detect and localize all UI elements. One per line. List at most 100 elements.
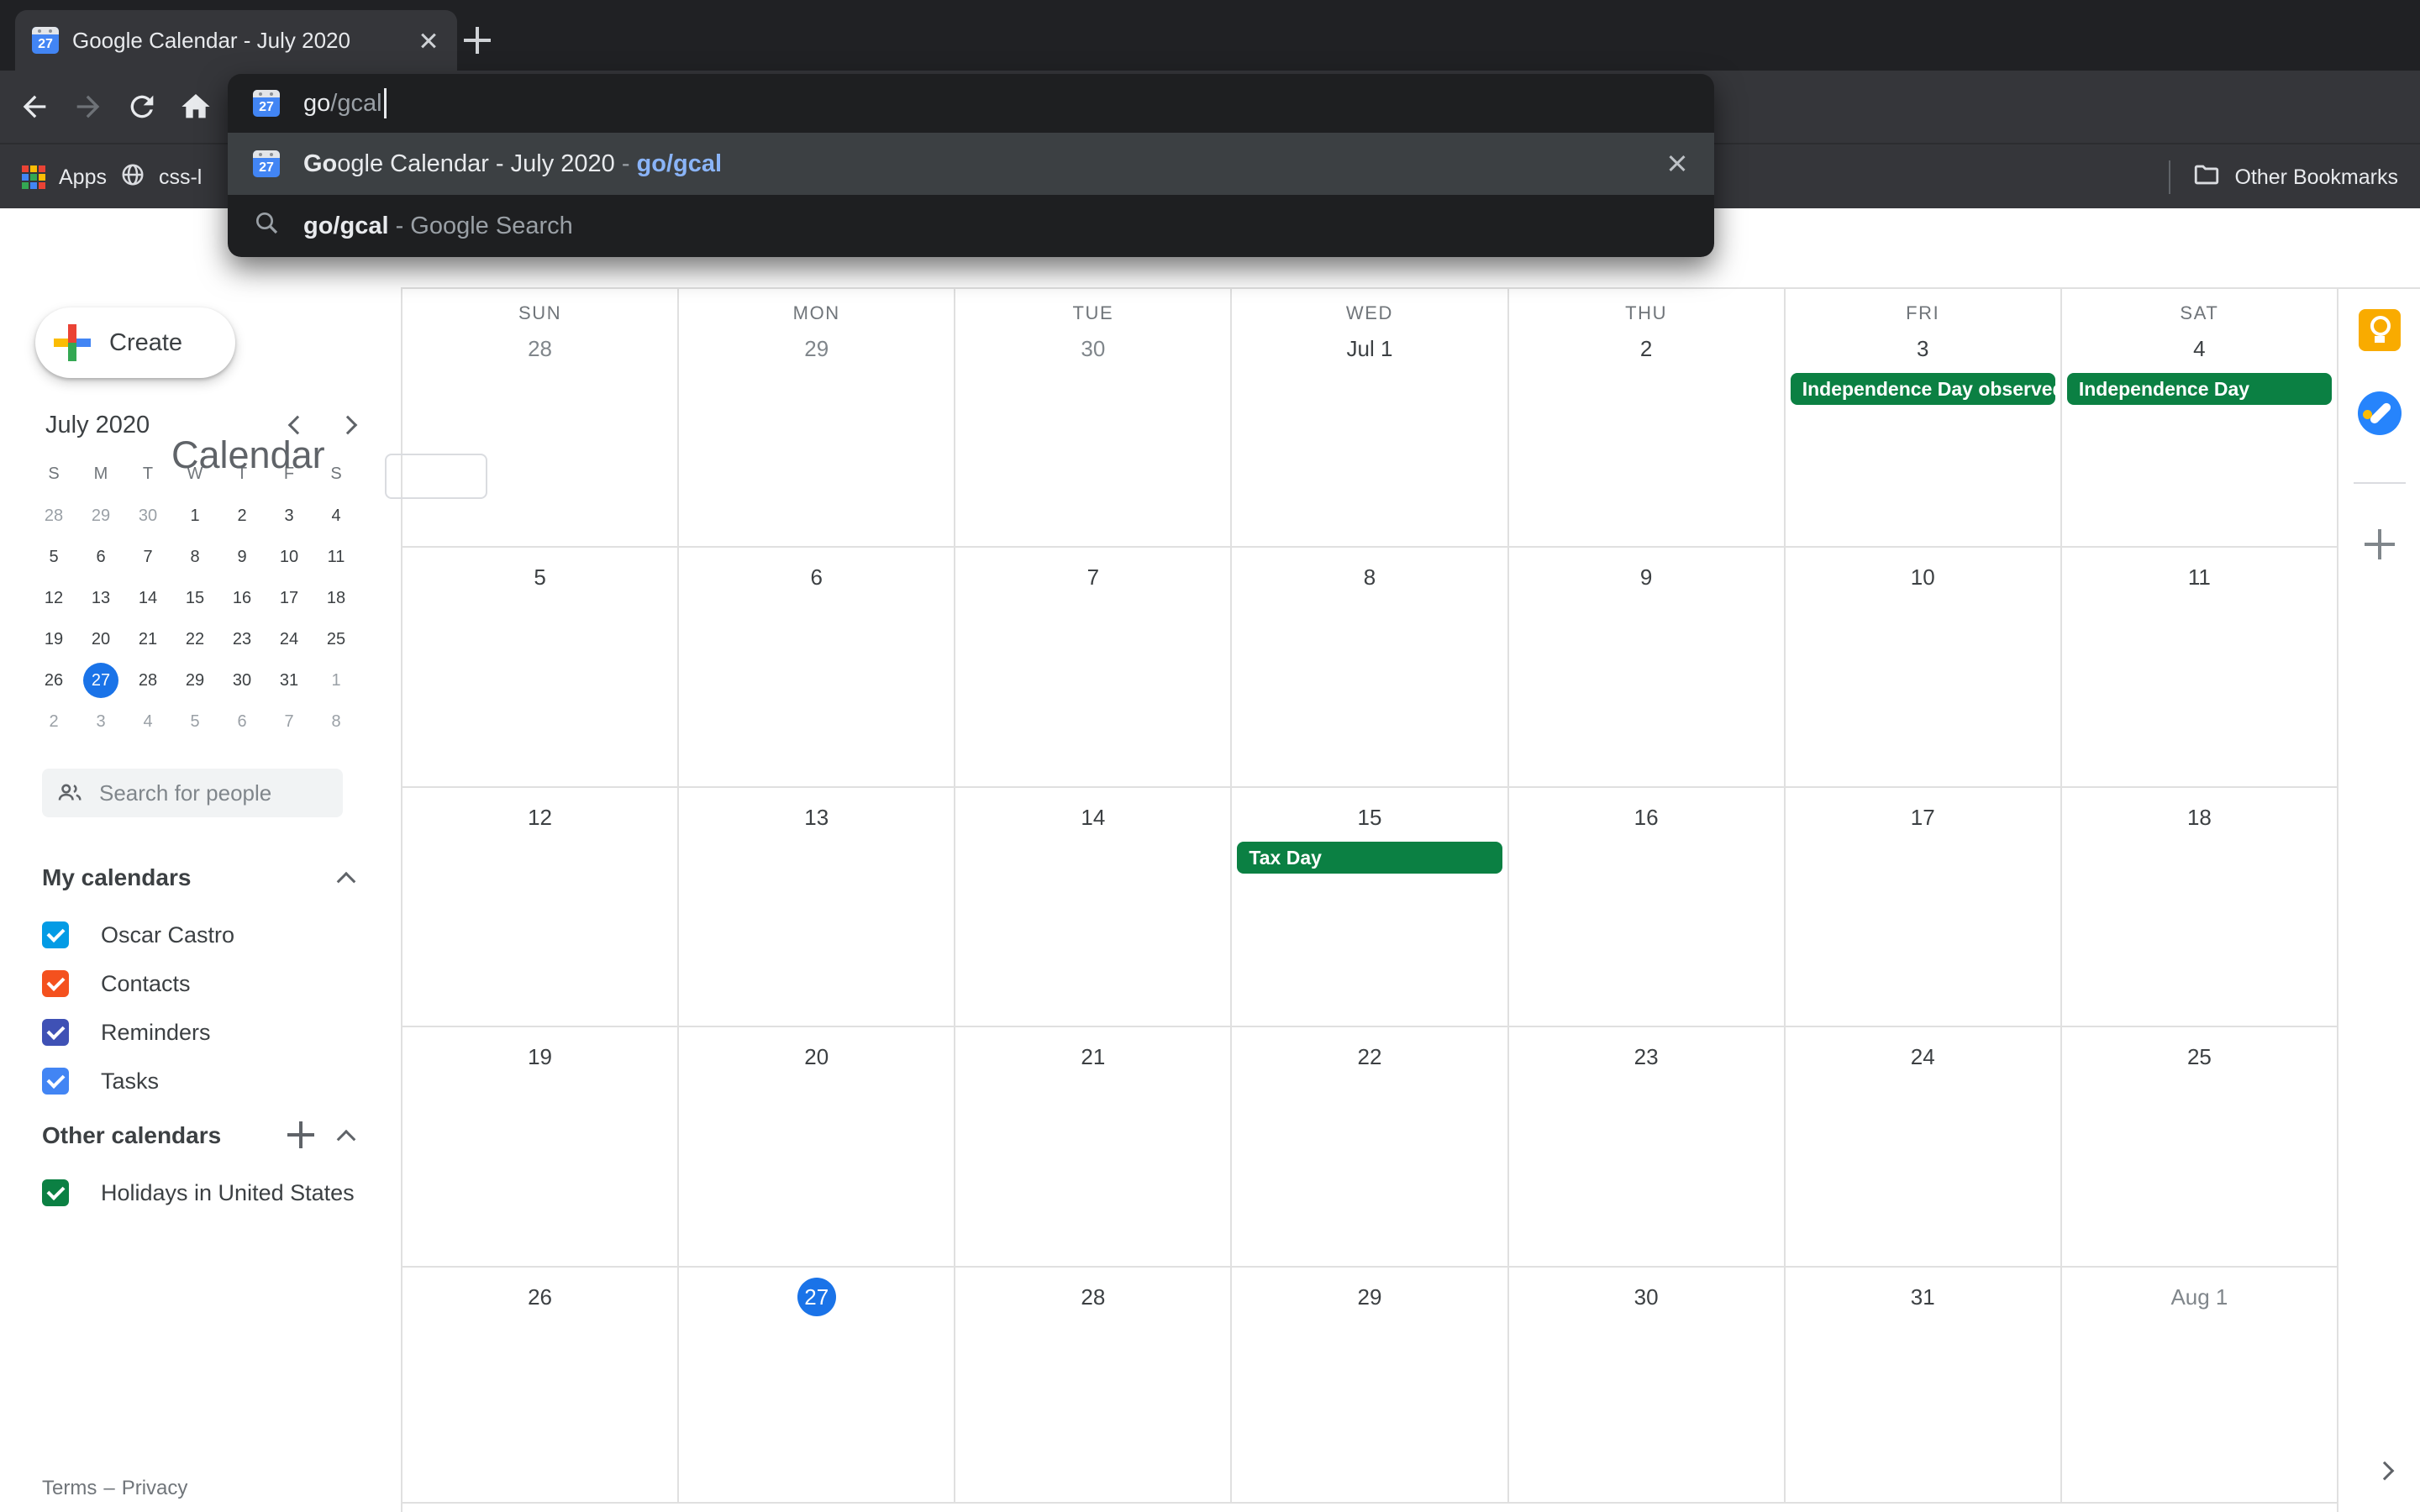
day-cell[interactable]: 31 xyxy=(1786,1268,2062,1502)
mini-day[interactable]: 30 xyxy=(124,495,171,536)
reload-icon[interactable] xyxy=(123,87,161,126)
day-cell[interactable]: 30 xyxy=(1509,1268,1786,1502)
mini-day[interactable]: 1 xyxy=(313,659,360,701)
suggestion-search[interactable]: go/gcal - Google Search xyxy=(228,195,1714,257)
mini-day[interactable]: 8 xyxy=(171,536,218,577)
mini-day[interactable]: 13 xyxy=(77,577,124,618)
day-cell[interactable]: TUE30 xyxy=(955,289,1232,546)
day-cell[interactable]: 24 xyxy=(1786,1027,2062,1266)
day-cell[interactable]: 6 xyxy=(679,548,955,786)
mini-day[interactable]: 8 xyxy=(313,701,360,742)
omnibox[interactable]: 27 go/gcal xyxy=(228,74,1714,133)
home-icon[interactable] xyxy=(176,87,215,126)
day-cell[interactable]: 27 xyxy=(679,1268,955,1502)
back-icon[interactable] xyxy=(15,87,54,126)
mini-day[interactable]: 2 xyxy=(30,701,77,742)
mini-day[interactable]: 3 xyxy=(77,701,124,742)
calendar-list-item[interactable]: Oscar Castro xyxy=(42,911,378,959)
collapse-icon[interactable] xyxy=(337,872,356,891)
mini-day[interactable]: 30 xyxy=(218,659,266,701)
day-cell[interactable]: 11 xyxy=(2062,548,2337,786)
mini-day[interactable]: 28 xyxy=(30,495,77,536)
today-button[interactable] xyxy=(385,454,487,499)
mini-day[interactable]: 11 xyxy=(313,536,360,577)
omnibox-input[interactable]: go/gcal xyxy=(303,88,387,118)
checkbox-checked[interactable] xyxy=(42,921,69,948)
other-bookmarks[interactable]: Other Bookmarks xyxy=(2169,160,2398,195)
mini-day[interactable]: 1 xyxy=(171,495,218,536)
mini-day[interactable]: 9 xyxy=(218,536,266,577)
mini-day[interactable]: 3 xyxy=(266,495,313,536)
forward-icon[interactable] xyxy=(69,87,108,126)
day-cell[interactable]: 26 xyxy=(402,1268,679,1502)
hide-side-panel-icon[interactable] xyxy=(2378,1464,2391,1482)
collapse-icon[interactable] xyxy=(337,1130,356,1149)
day-cell[interactable]: 14 xyxy=(955,788,1232,1026)
mini-day[interactable]: 28 xyxy=(124,659,171,701)
new-tab-icon[interactable] xyxy=(459,22,496,59)
checkbox-checked[interactable] xyxy=(42,1019,69,1046)
mini-day[interactable]: 4 xyxy=(313,495,360,536)
day-cell[interactable]: 15Tax Day xyxy=(1232,788,1508,1026)
day-cell[interactable]: 7 xyxy=(955,548,1232,786)
event-chip[interactable]: Independence Day observed xyxy=(1791,373,2055,405)
privacy-link[interactable]: Privacy xyxy=(122,1477,188,1500)
day-cell[interactable]: 9 xyxy=(1509,548,1786,786)
day-cell[interactable]: 16 xyxy=(1509,788,1786,1026)
day-cell[interactable]: WEDJul 1 xyxy=(1232,289,1508,546)
mini-day[interactable]: 4 xyxy=(124,701,171,742)
calendar-list-item[interactable]: Tasks xyxy=(42,1057,378,1105)
mini-day[interactable]: 6 xyxy=(77,536,124,577)
mini-day[interactable]: 14 xyxy=(124,577,171,618)
event-chip[interactable]: Tax Day xyxy=(1237,842,1502,874)
mini-day[interactable]: 27 xyxy=(77,659,124,701)
day-cell[interactable]: 8 xyxy=(1232,548,1508,786)
day-cell[interactable]: Aug 1 xyxy=(2062,1268,2337,1502)
mini-day[interactable]: 19 xyxy=(30,618,77,659)
day-cell[interactable]: 22 xyxy=(1232,1027,1508,1266)
other-calendars-header[interactable]: Other calendars xyxy=(42,1121,353,1151)
day-cell[interactable]: 18 xyxy=(2062,788,2337,1026)
bookmark-apps[interactable]: Apps css-l xyxy=(22,162,202,193)
day-cell[interactable]: 21 xyxy=(955,1027,1232,1266)
day-cell[interactable]: FRI3Independence Day observed xyxy=(1786,289,2062,546)
create-button[interactable]: Create xyxy=(35,307,235,378)
day-cell[interactable]: MON29 xyxy=(679,289,955,546)
checkbox-checked[interactable] xyxy=(42,1068,69,1095)
calendar-list-item[interactable]: Reminders xyxy=(42,1008,378,1057)
search-people-field[interactable]: Search for people xyxy=(42,769,343,817)
add-calendar-icon[interactable] xyxy=(286,1121,316,1151)
mini-day[interactable]: 6 xyxy=(218,701,266,742)
mini-day[interactable]: 26 xyxy=(30,659,77,701)
mini-day[interactable]: 7 xyxy=(124,536,171,577)
day-cell[interactable]: 23 xyxy=(1509,1027,1786,1266)
mini-day[interactable]: 29 xyxy=(171,659,218,701)
day-cell[interactable]: 29 xyxy=(1232,1268,1508,1502)
next-month-icon[interactable] xyxy=(339,416,358,435)
mini-day[interactable]: 15 xyxy=(171,577,218,618)
day-cell[interactable]: 5 xyxy=(402,548,679,786)
mini-day[interactable]: 20 xyxy=(77,618,124,659)
mini-day[interactable]: 29 xyxy=(77,495,124,536)
mini-day[interactable]: 5 xyxy=(171,701,218,742)
day-cell[interactable]: 13 xyxy=(679,788,955,1026)
mini-day[interactable]: 2 xyxy=(218,495,266,536)
mini-day[interactable]: 16 xyxy=(218,577,266,618)
day-cell[interactable]: THU2 xyxy=(1509,289,1786,546)
bookmark-css-label[interactable]: css-l xyxy=(159,165,202,190)
mini-day[interactable]: 12 xyxy=(30,577,77,618)
day-cell[interactable]: 10 xyxy=(1786,548,2062,786)
mini-day[interactable]: 18 xyxy=(313,577,360,618)
calendar-list-item[interactable]: Contacts xyxy=(42,959,378,1008)
day-cell[interactable]: SAT4Independence Day xyxy=(2062,289,2337,546)
day-cell[interactable]: 28 xyxy=(955,1268,1232,1502)
prev-month-icon[interactable] xyxy=(288,416,308,435)
day-cell[interactable]: 20 xyxy=(679,1027,955,1266)
mini-day[interactable]: 21 xyxy=(124,618,171,659)
day-cell[interactable]: 19 xyxy=(402,1027,679,1266)
tab-close-icon[interactable] xyxy=(412,24,445,57)
checkbox-checked[interactable] xyxy=(42,1179,69,1206)
tasks-icon[interactable] xyxy=(2358,391,2402,435)
day-cell[interactable]: SUN28 xyxy=(402,289,679,546)
day-cell[interactable]: 25 xyxy=(2062,1027,2337,1266)
